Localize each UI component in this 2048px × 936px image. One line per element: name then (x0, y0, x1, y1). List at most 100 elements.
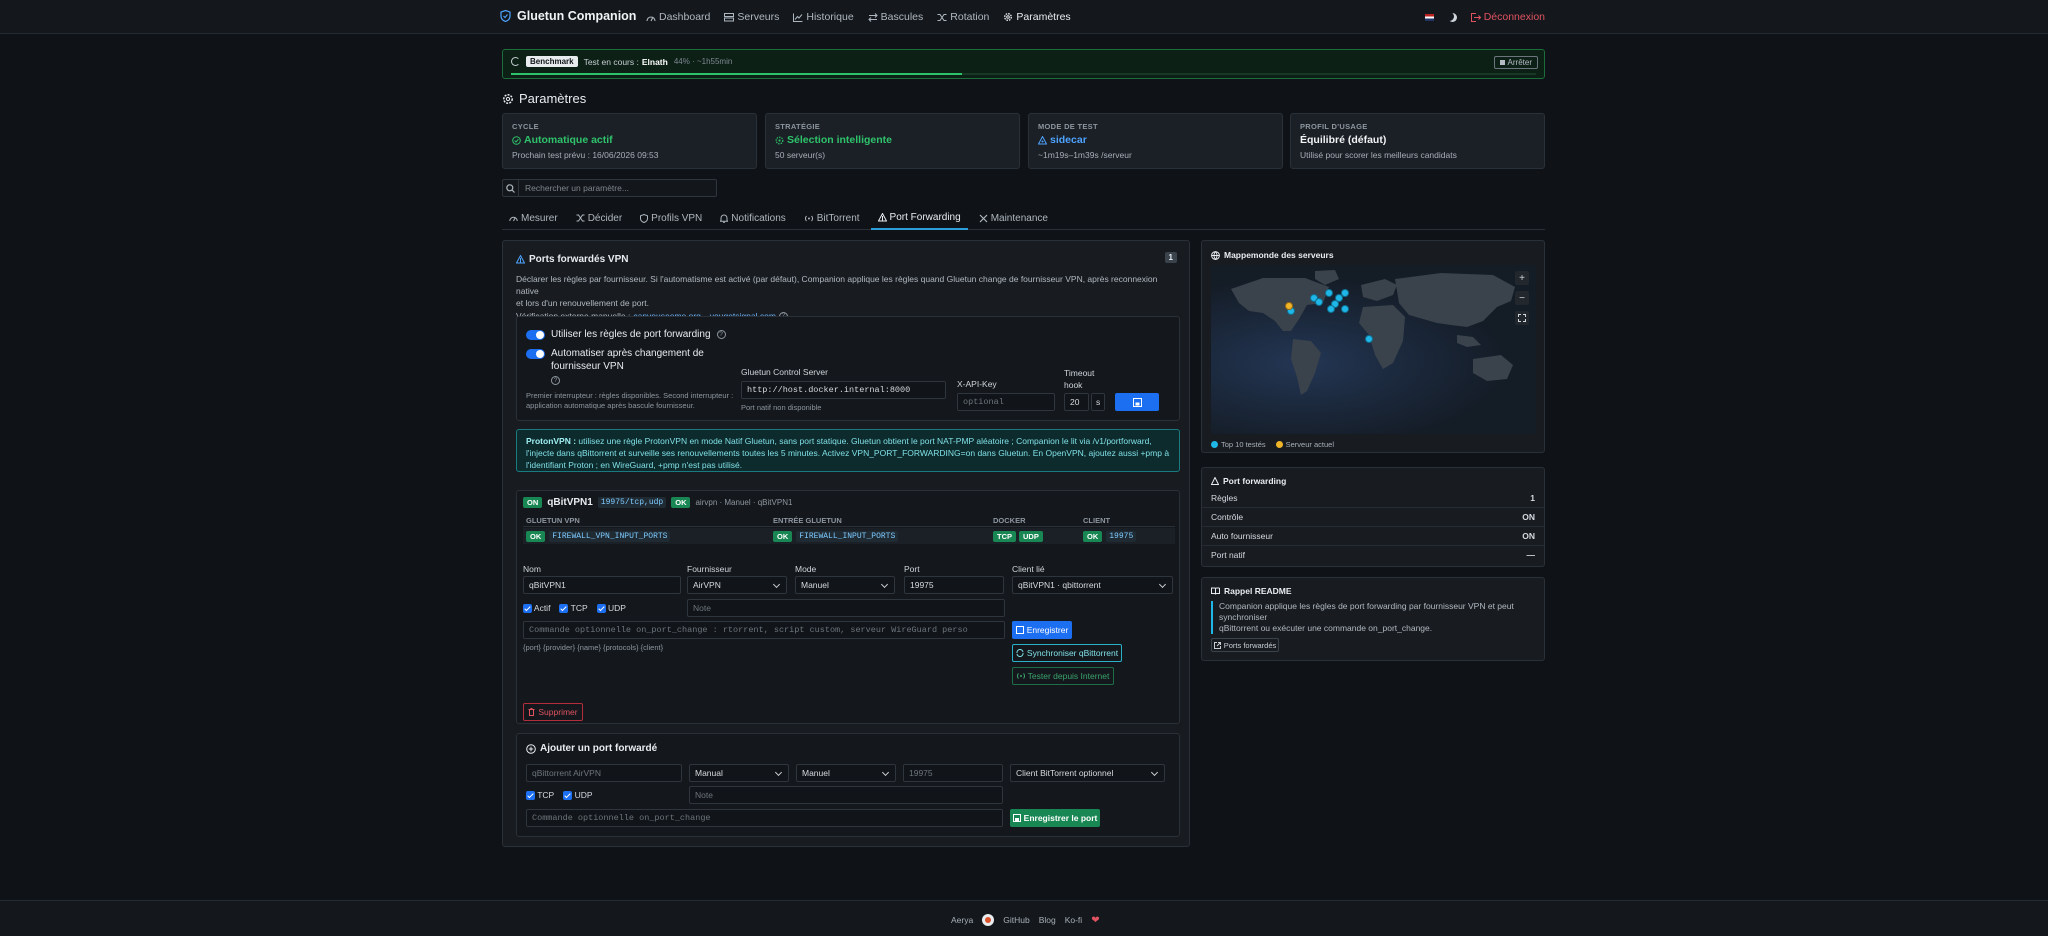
add-note-input[interactable]: Note (689, 786, 1003, 804)
rule-save-button[interactable]: Enregistrer (1012, 621, 1072, 639)
benchmark-progress-text: 44% · ~1h55min (673, 57, 733, 66)
map-marker-current[interactable] (1285, 302, 1293, 310)
timeout-hook-input[interactable]: 20 (1064, 393, 1089, 411)
nav-bascules[interactable]: Bascules (867, 11, 923, 23)
nav-dashboard[interactable]: Dashboard (646, 11, 710, 23)
readme-title: Rappel README (1211, 586, 1292, 596)
map-marker-top10[interactable] (1315, 298, 1323, 306)
save-settings-button[interactable] (1115, 393, 1159, 411)
map-marker-top10[interactable] (1325, 289, 1333, 297)
add-command-input[interactable]: Commande optionnelle on_port_change (526, 809, 1003, 827)
footer: Aerya GitHub Blog Ko-fi ❤ (0, 900, 2048, 936)
map-marker-top10[interactable] (1341, 289, 1349, 297)
shield-icon (640, 213, 649, 223)
settings-search[interactable]: Rechercher un paramètre... (502, 179, 717, 197)
gauge-icon (509, 216, 518, 222)
zoom-in-icon[interactable]: + (1515, 271, 1529, 285)
brand[interactable]: Gluetun Companion (500, 9, 636, 23)
legend-top10-dot (1211, 441, 1218, 448)
heart-icon: ❤ (1091, 914, 1100, 926)
test-internet-button[interactable]: Tester depuis Internet (1012, 667, 1114, 685)
stop-icon (1499, 60, 1505, 65)
rule-meta: airvpn · Manuel · qBitVPN1 (695, 498, 793, 507)
external-link-icon (1213, 641, 1221, 649)
map-marker-top10[interactable] (1341, 305, 1349, 313)
udp-checkbox[interactable]: UDP (596, 603, 626, 614)
rule-delete-button[interactable]: Supprimer (523, 703, 583, 721)
map-marker-top10[interactable] (1327, 305, 1335, 313)
rule-command-input[interactable]: Commande optionnelle on_port_change : rt… (523, 621, 1005, 639)
footer-links: Aerya GitHub Blog Ko-fi ❤ (951, 914, 1100, 926)
tab-decider[interactable]: Décider (569, 206, 629, 230)
rule-port-input[interactable]: 19975 (904, 576, 1004, 594)
gluetun-control-server-input[interactable]: http://host.docker.internal:8000 (741, 381, 946, 399)
map-marker-top10[interactable] (1365, 335, 1373, 343)
use-rules-switch[interactable] (526, 329, 545, 340)
toggle-use-rules[interactable]: Utiliser les règles de port forwarding ? (526, 329, 726, 340)
tab-notifications[interactable]: Notifications (713, 206, 792, 230)
add-provider-select[interactable]: Manual (689, 764, 789, 782)
main-nav: Dashboard Serveurs Historique Bascules R… (646, 11, 1071, 23)
help-icon[interactable]: ? (716, 330, 726, 339)
add-tcp-checkbox[interactable]: TCP (526, 790, 554, 801)
rule-note-input[interactable]: Note (687, 599, 1005, 617)
rule-provider-select[interactable]: AirVPN (687, 576, 787, 594)
pf-summary-title: Port forwarding (1202, 468, 1544, 489)
tab-maintenance[interactable]: Maintenance (972, 206, 1055, 230)
search-input[interactable]: Rechercher un paramètre... (519, 183, 629, 193)
nav-historique[interactable]: Historique (793, 11, 854, 23)
tab-mesurer[interactable]: Mesurer (502, 206, 565, 230)
add-save-port-button[interactable]: Enregistrer le port (1010, 809, 1100, 827)
env-input-ports: FIREWALL_INPUT_PORTS (796, 531, 899, 542)
gear-icon (775, 136, 784, 144)
pf-summary-row: Auto fournisseur ON (1202, 526, 1544, 545)
language-flag-icon[interactable] (1424, 13, 1434, 21)
footer-github-link[interactable]: GitHub (1003, 915, 1029, 925)
add-port-input[interactable]: 19975 (903, 764, 1003, 782)
sync-qbittorrent-button[interactable]: Synchroniser qBittorrent (1012, 644, 1122, 662)
theme-moon-icon[interactable] (1448, 13, 1457, 22)
history-icon (793, 13, 803, 22)
nav-serveurs[interactable]: Serveurs (724, 11, 779, 23)
actif-checkbox[interactable]: Actif (523, 603, 550, 614)
nav-rotation[interactable]: Rotation (937, 11, 989, 23)
toggle-auto-provider[interactable]: Automatiser après changement de fourniss… (526, 347, 706, 373)
fullscreen-icon[interactable] (1515, 311, 1529, 325)
zoom-out-icon[interactable]: − (1515, 291, 1529, 305)
auto-provider-switch[interactable] (526, 349, 545, 359)
tab-bittorrent[interactable]: BitTorrent (797, 206, 867, 230)
navbar-right: Déconnexion (1424, 11, 1545, 23)
add-mode-select[interactable]: Manuel (796, 764, 896, 782)
rule-on-badge: ON (523, 497, 543, 508)
nav-parametres[interactable]: Paramètres (1003, 11, 1071, 23)
help-icon[interactable]: ? (551, 376, 560, 385)
add-port-card: Ajouter un port forwardé qBittorrent Air… (516, 733, 1180, 837)
table-row: OK FIREWALL_VPN_INPUT_PORTS OK FIREWALL_IN… (523, 528, 1175, 544)
readme-link-button[interactable]: Ports forwardés (1211, 638, 1279, 652)
logout-button[interactable]: Déconnexion (1470, 11, 1545, 23)
pf-summary-panel: Port forwarding Règles 1 Contrôle ON Auto … (1201, 467, 1545, 567)
tab-port-forwarding[interactable]: Port Forwarding (870, 206, 968, 230)
pf-title: Ports forwardés VPN (516, 254, 628, 265)
world-map[interactable]: + − (1211, 265, 1536, 434)
benchmark-progress-bar (511, 73, 1536, 75)
rule-client-select[interactable]: qBitVPN1 · qbittorrent (1012, 576, 1173, 594)
footer-blog-link[interactable]: Blog (1039, 915, 1056, 925)
servers-icon (724, 12, 735, 21)
add-client-select[interactable]: Client BitTorrent optionnel (1010, 764, 1165, 782)
tcp-checkbox[interactable]: TCP (559, 603, 588, 614)
rule-name-input[interactable]: qBitVPN1 (523, 576, 681, 594)
timeout-label: Timeout hook (1064, 368, 1095, 390)
card-strategie: STRATÉGIE Sélection intelligente 50 serv… (765, 113, 1020, 169)
rule-mode-select[interactable]: Manuel (795, 576, 895, 594)
add-name-input[interactable]: qBittorrent AirVPN (526, 764, 682, 782)
benchmark-banner: Benchmark Test en cours : Elnath 44% · ~… (502, 49, 1545, 79)
footer-kofi-link[interactable]: Ko-fi (1065, 915, 1082, 925)
tab-profils-vpn[interactable]: Profils VPN (633, 206, 709, 230)
native-port-note: Port natif non disponible (741, 403, 822, 412)
add-udp-checkbox[interactable]: UDP (563, 790, 593, 801)
benchmark-badge: Benchmark (526, 56, 578, 67)
legend-current-dot (1275, 441, 1283, 448)
api-key-input[interactable]: optional (957, 393, 1055, 411)
stop-benchmark-button[interactable]: Arrêter (1493, 56, 1538, 69)
